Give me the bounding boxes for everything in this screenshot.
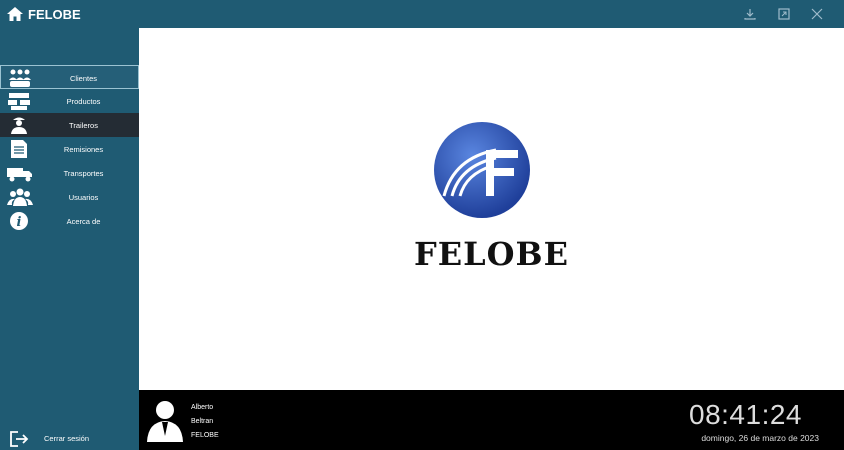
sidebar-item-label: Clientes xyxy=(69,74,98,83)
truck-icon xyxy=(6,163,32,183)
logout-button[interactable]: Cerrar sesión xyxy=(0,428,139,450)
date: domingo, 26 de marzo de 2023 xyxy=(701,433,819,443)
logout-icon xyxy=(8,430,30,450)
sidebar-item-label: Productos xyxy=(66,97,101,106)
brand-name: FELOBE xyxy=(414,235,569,273)
company-logo xyxy=(432,120,532,220)
products-icon xyxy=(6,91,32,111)
document-icon xyxy=(6,139,32,159)
restore-icon[interactable] xyxy=(777,7,791,21)
sidebar-item-acerca-de[interactable]: i Acerca de xyxy=(0,209,139,233)
download-icon[interactable] xyxy=(743,7,757,21)
driver-icon xyxy=(6,115,32,135)
app-title: FELOBE xyxy=(28,7,81,22)
info-icon: i xyxy=(6,211,32,231)
sidebar-item-clientes[interactable]: Clientes xyxy=(0,65,139,89)
sidebar-item-remisiones[interactable]: Remisiones xyxy=(0,137,139,161)
home-icon[interactable] xyxy=(6,6,24,27)
sidebar: Clientes Productos Traileros Remisiones … xyxy=(0,28,139,450)
clock: 08:41:24 xyxy=(689,399,802,430)
sidebar-item-label: Traileros xyxy=(69,121,98,130)
sidebar-item-label: Acerca de xyxy=(66,217,101,226)
sidebar-item-traileros[interactable]: Traileros xyxy=(0,113,139,137)
sidebar-item-label: Usuarios xyxy=(68,193,99,202)
user-first-name: Alberto xyxy=(191,404,214,411)
clients-icon xyxy=(7,68,33,88)
sidebar-item-label: Transportes xyxy=(63,169,104,178)
user-avatar-icon xyxy=(145,398,185,447)
close-icon[interactable] xyxy=(810,7,824,21)
sidebar-item-label: Remisiones xyxy=(63,145,104,154)
user-last-name: Beltran xyxy=(191,418,214,425)
sidebar-item-productos[interactable]: Productos xyxy=(0,89,139,113)
sidebar-item-transportes[interactable]: Transportes xyxy=(0,161,139,185)
sidebar-item-usuarios[interactable]: Usuarios xyxy=(0,185,139,209)
logout-label: Cerrar sesión xyxy=(44,434,90,443)
svg-text:i: i xyxy=(17,215,22,230)
users-icon xyxy=(6,187,33,207)
main-panel: FELOBE xyxy=(139,28,844,390)
status-bar: Alberto Beltran FELOBE 08:41:24 domingo,… xyxy=(139,390,844,450)
title-bar: FELOBE xyxy=(0,0,844,28)
user-company: FELOBE xyxy=(191,432,219,439)
